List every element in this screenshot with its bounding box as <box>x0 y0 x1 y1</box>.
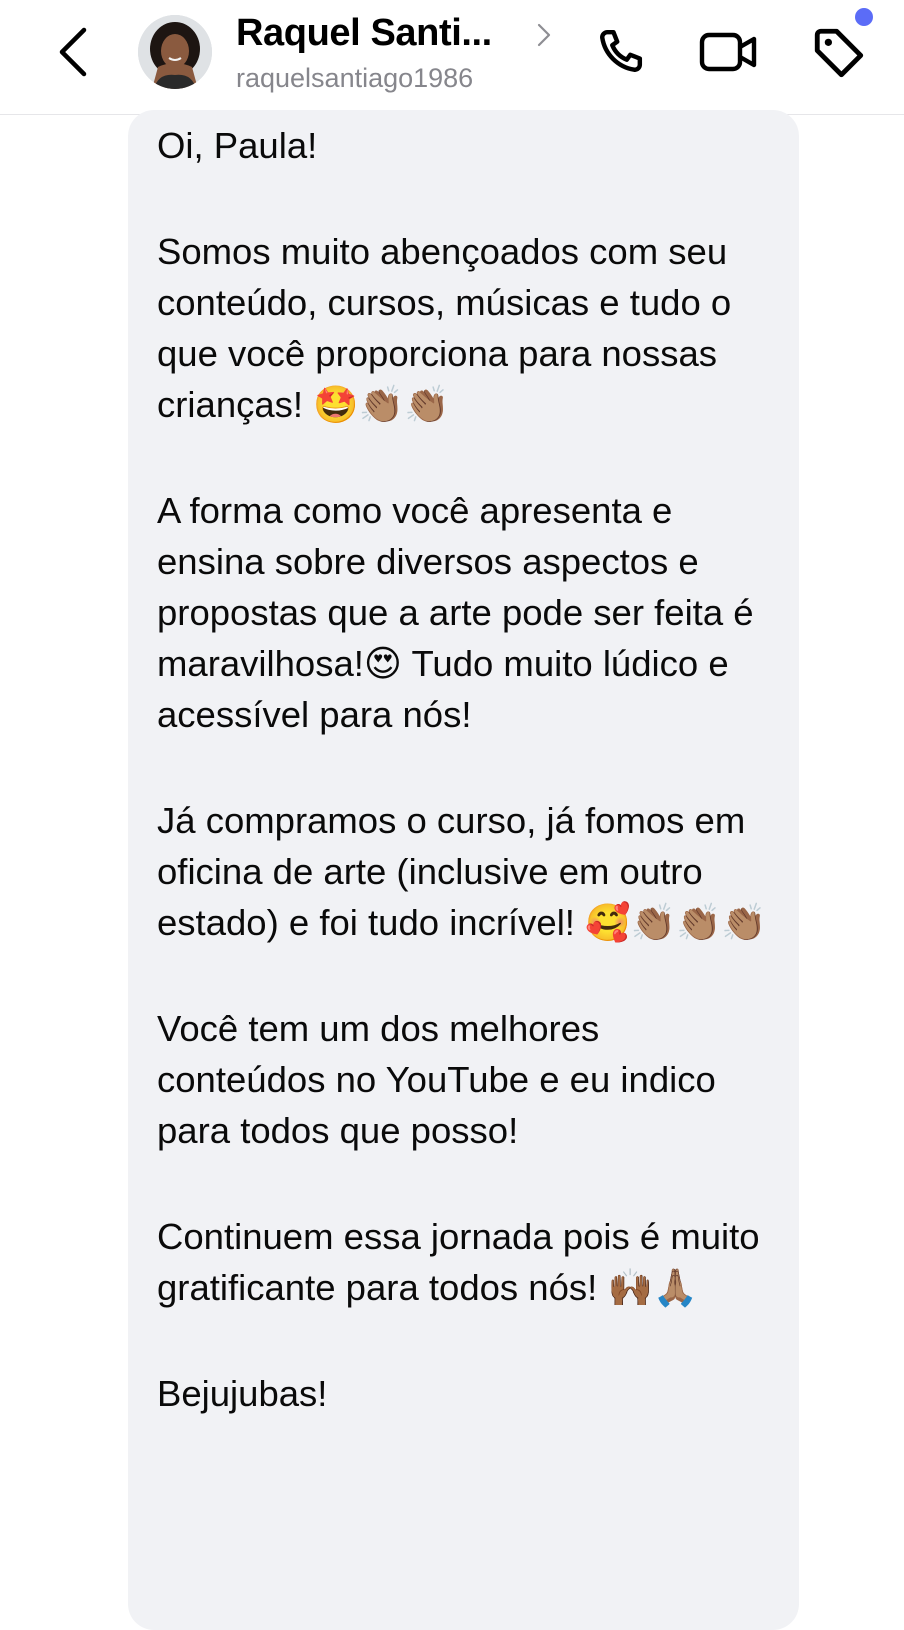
message-paragraph: Você tem um dos melhores conteúdos no Yo… <box>157 1008 716 1151</box>
tag-icon[interactable] <box>810 24 868 82</box>
message-paragraph: Somos muito abençoados com seu conteúdo,… <box>157 231 732 425</box>
contact-username: raquelsantiago1986 <box>236 63 474 93</box>
message-paragraph: Bejujubas! <box>157 1373 328 1414</box>
phone-icon[interactable] <box>592 24 648 80</box>
message-paragraph: Continuem essa jornada pois é muito grat… <box>157 1216 760 1308</box>
message-paragraph: Já compramos o curso, já fomos em oficin… <box>157 800 767 943</box>
contact-name: Raquel Santi... <box>236 12 492 54</box>
message-bubble: Oi, Paula! Somos muito abençoados com se… <box>128 110 799 1630</box>
video-icon[interactable] <box>698 28 758 76</box>
message-paragraph: A forma como você apresenta e ensina sob… <box>157 490 754 735</box>
back-icon[interactable] <box>52 22 96 82</box>
chat-header: Raquel Santi... raquelsantiago1986 <box>0 0 904 115</box>
chevron-right-icon <box>537 23 551 47</box>
message-paragraph: Oi, Paula! <box>157 125 318 166</box>
avatar[interactable] <box>138 15 212 89</box>
notification-dot <box>855 8 873 26</box>
contact-info[interactable]: Raquel Santi... raquelsantiago1986 <box>236 12 556 97</box>
